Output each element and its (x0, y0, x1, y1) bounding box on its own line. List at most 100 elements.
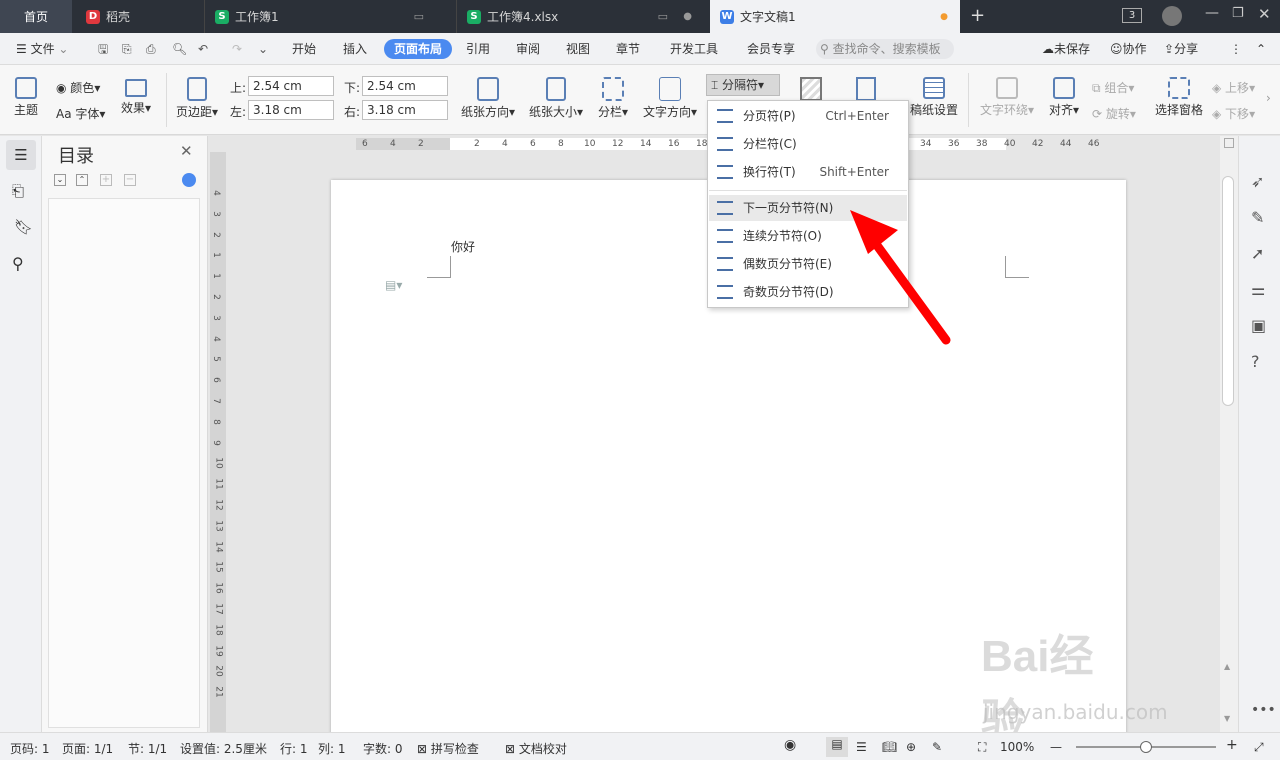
unsaved-button[interactable]: ☁未保存 (1038, 39, 1094, 59)
word-count[interactable]: 字数: 0 (363, 740, 403, 757)
bookmark-icon[interactable]: 🔖︎ (14, 218, 33, 236)
print-icon[interactable]: ⎙ (142, 39, 160, 59)
send-backward-button[interactable]: ◈ 下移▾ (1212, 105, 1255, 122)
tab-insert[interactable]: 插入 (339, 39, 371, 59)
format-painter-icon[interactable]: ⎘ (118, 39, 136, 59)
more-icon[interactable]: ⋮ (1226, 39, 1246, 59)
bring-forward-button[interactable]: ◈ 上移▾ (1212, 79, 1255, 96)
print-preview-icon[interactable]: 🔍︎ (168, 39, 191, 59)
tab-chapter[interactable]: 章节 (612, 39, 644, 59)
group-button[interactable]: ⧉ 组合▾ (1092, 79, 1134, 96)
left-margin-input[interactable]: 3.18 cm (248, 100, 334, 120)
ribbon-scroll-right-icon[interactable]: › (1266, 91, 1271, 105)
minimize-icon[interactable]: — (1205, 5, 1219, 21)
tab-writer-doc[interactable]: W 文字文稿1 ● (710, 0, 960, 33)
bottom-margin-input[interactable]: 2.54 cm (362, 76, 448, 96)
columns-button[interactable]: 分栏▾ (596, 77, 630, 120)
text-wrap-button[interactable]: 文字环绕▾ (978, 77, 1036, 118)
new-tab-button[interactable]: + (970, 5, 985, 26)
scroll-top-icon[interactable] (1224, 138, 1234, 148)
section-nav-icon[interactable]: ⎗ (12, 182, 24, 200)
expand-all-icon[interactable]: ⌃ (76, 174, 88, 186)
orientation-button[interactable]: 纸张方向▾ (460, 77, 516, 120)
collapse-ribbon-icon[interactable]: ⌃ (1252, 39, 1270, 59)
monitor-icon[interactable]: ▭ (658, 10, 668, 23)
color-button[interactable]: ◉ 颜色▾ (56, 79, 100, 96)
page-view-icon[interactable]: ▤ (826, 737, 848, 757)
search-box[interactable]: ⚲ 查找命令、搜索模板 (816, 39, 954, 59)
settings-sliders-icon[interactable]: ⚌ (1251, 280, 1265, 299)
tab-workbook4[interactable]: S 工作簿4.xlsx ▭ ● (456, 0, 708, 33)
pen-icon[interactable]: ✎ (1251, 208, 1264, 227)
restore-icon[interactable]: ❐ (1232, 6, 1244, 21)
outline-icon[interactable]: ☰ (6, 140, 36, 170)
close-icon[interactable]: ✕ (180, 142, 193, 160)
save-icon[interactable]: 🖫 (94, 39, 112, 59)
monitor-icon[interactable]: ▭ (414, 10, 424, 23)
tab-view[interactable]: 视图 (562, 39, 594, 59)
file-menu[interactable]: ☰ 文件 ⌄ (12, 39, 72, 59)
tab-start[interactable]: 开始 (288, 39, 320, 59)
fit-page-icon[interactable]: ⛶ (978, 740, 986, 755)
zoom-slider-thumb[interactable] (1140, 741, 1152, 753)
tab-home[interactable]: 首页 (0, 0, 72, 33)
tab-references[interactable]: 引用 (462, 39, 494, 59)
page-bg-icon[interactable] (856, 77, 876, 101)
cursor-icon[interactable]: ➚ (1251, 244, 1264, 263)
breaks-button[interactable]: ⌶ 分隔符▾ (706, 74, 780, 96)
top-margin-input[interactable]: 2.54 cm (248, 76, 334, 96)
tab-docer[interactable]: D 稻壳 (74, 0, 202, 33)
rocket-icon[interactable]: ➶ (1251, 172, 1264, 191)
share-button[interactable]: ⇪分享 (1160, 39, 1202, 59)
theme-button[interactable]: 主题 (12, 77, 40, 118)
remove-level-icon[interactable]: − (124, 174, 136, 186)
spell-check-button[interactable]: ⊠ 拼写检查 (417, 740, 479, 757)
proofread-button[interactable]: ⊠ 文档校对 (505, 740, 567, 757)
section-count[interactable]: 节: 1/1 (128, 740, 167, 757)
page-border-icon[interactable] (800, 77, 822, 101)
tab-developer[interactable]: 开发工具 (666, 39, 722, 59)
page-number[interactable]: 页码: 1 (10, 740, 50, 757)
column-break-item[interactable]: 分栏符(C) (709, 131, 907, 157)
tab-workbook1[interactable]: S 工作簿1 ▭ (204, 0, 454, 33)
setting-value[interactable]: 设置值: 2.5厘米 (180, 740, 267, 757)
text-direction-button[interactable]: 文字方向▾ (642, 77, 698, 120)
selection-pane-button[interactable]: 选择窗格 (1154, 77, 1204, 118)
more-options-icon[interactable]: ••• (1251, 702, 1276, 718)
avatar[interactable] (1162, 6, 1182, 26)
scroll-thumb[interactable] (1222, 176, 1234, 406)
collab-button[interactable]: ☺协作 (1106, 39, 1151, 59)
write-view-icon[interactable]: ✎ (932, 740, 942, 754)
prev-page-icon[interactable]: ▲ (1224, 662, 1230, 671)
tab-page-layout[interactable]: 页面布局 (384, 39, 453, 59)
customize-icon[interactable]: ⌄ (254, 39, 272, 59)
row-number[interactable]: 行: 1 (280, 740, 308, 757)
vertical-scrollbar[interactable]: ▲ ▼ (1220, 136, 1238, 732)
tab-member[interactable]: 会员专享 (743, 39, 799, 59)
web-view-icon[interactable]: ⊕ (906, 740, 916, 754)
size-button[interactable]: 纸张大小▾ (528, 77, 584, 120)
font-button[interactable]: Aa 字体▾ (56, 105, 105, 122)
tab-review[interactable]: 审阅 (512, 39, 544, 59)
page-break-item[interactable]: 分页符(P) Ctrl+Enter (709, 103, 907, 129)
zoom-out-icon[interactable]: — (1050, 740, 1062, 754)
undo-icon[interactable]: ↶ (194, 39, 212, 59)
ai-icon[interactable] (182, 173, 196, 187)
add-level-icon[interactable]: + (100, 174, 112, 186)
help-icon[interactable]: ? (1251, 352, 1260, 371)
fullscreen-icon[interactable]: ⤢ (1254, 740, 1264, 755)
redo-icon[interactable]: ↷ (228, 39, 246, 59)
grid-paper-button[interactable]: 稿纸设置 (908, 77, 960, 118)
margins-button[interactable]: 页边距▾ (176, 77, 218, 120)
align-button[interactable]: 对齐▾ (1046, 77, 1082, 118)
page-count[interactable]: 页面: 1/1 (62, 740, 113, 757)
outline-view-icon[interactable]: ☰ (856, 740, 867, 754)
close-icon[interactable]: ✕ (1258, 5, 1271, 23)
read-view-icon[interactable]: 📖︎ (882, 740, 897, 754)
paste-options-icon[interactable]: ▤▾ (385, 278, 402, 292)
window-count-badge[interactable]: 3 (1122, 8, 1142, 23)
zoom-in-icon[interactable]: + (1226, 737, 1238, 753)
collapse-all-icon[interactable]: ⌄ (54, 174, 66, 186)
rotate-button[interactable]: ⟳ 旋转▾ (1092, 105, 1136, 122)
right-margin-input[interactable]: 3.18 cm (362, 100, 448, 120)
